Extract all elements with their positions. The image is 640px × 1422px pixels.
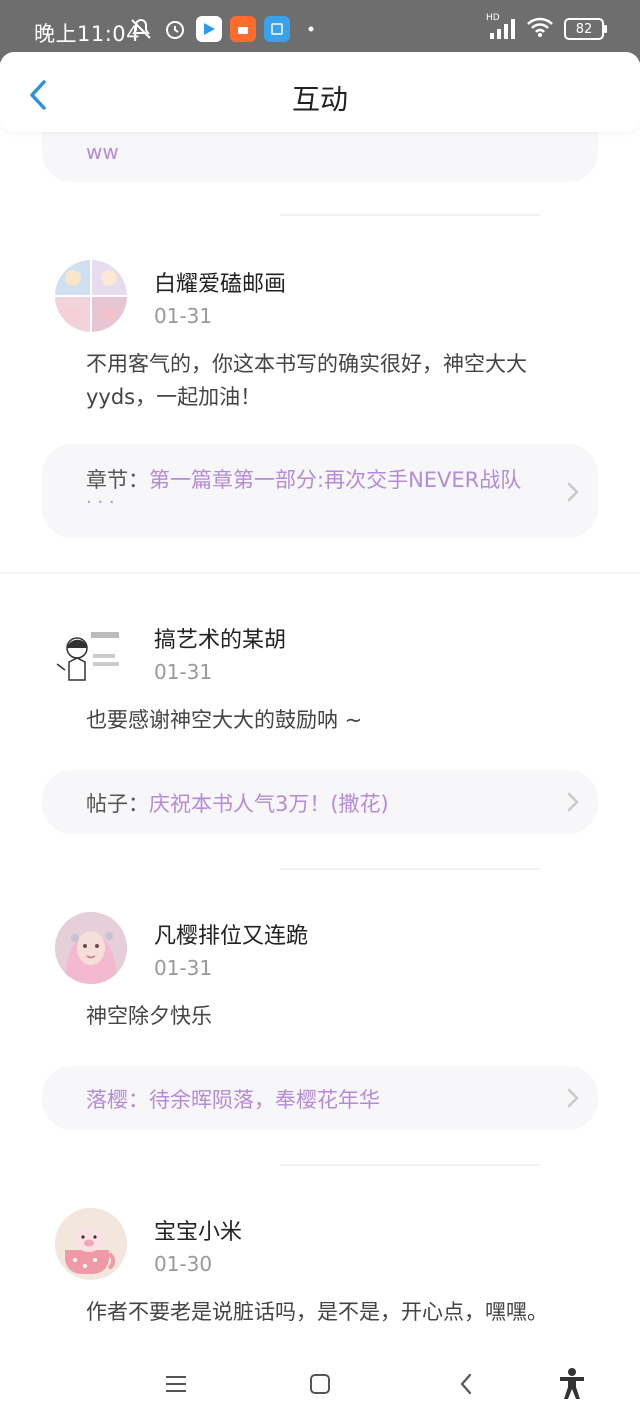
avatar[interactable] — [55, 912, 127, 984]
shop-app-icon — [230, 16, 256, 42]
comment-text: 不用客气的，你这本书写的确实很好，神空大大 yyds，一起加油！ — [86, 348, 576, 414]
avatar[interactable] — [55, 260, 127, 332]
chevron-right-icon — [566, 1086, 580, 1110]
menu-icon[interactable] — [156, 1364, 196, 1404]
comment-date: 01-30 — [154, 1252, 213, 1276]
section-separator — [0, 572, 640, 574]
home-icon[interactable] — [300, 1364, 340, 1404]
signal-icon: HD — [486, 13, 516, 41]
battery-icon: 82 — [564, 18, 607, 40]
comment-line: 神空除夕快乐 — [86, 1004, 212, 1028]
reader-app-icon — [264, 16, 290, 42]
user-name[interactable]: 搞艺术的某胡 — [154, 622, 286, 654]
card-snippet: ww — [86, 140, 119, 164]
comment-text: 神空除夕快乐 — [86, 1000, 576, 1033]
user-name[interactable]: 宝宝小米 — [154, 1214, 242, 1246]
reference-title: 第一篇章第一部分:再次交手NEVER战队 — [149, 468, 522, 492]
divider — [280, 214, 540, 216]
reference-label: 章节： — [86, 468, 149, 492]
reference-card-partial[interactable]: ww — [42, 132, 598, 182]
play-store-icon — [196, 16, 222, 42]
comment-date: 01-31 — [154, 304, 213, 328]
network-type-label: HD — [486, 13, 500, 23]
page-title: 互动 — [291, 83, 348, 116]
comment-text: 也要感谢神空大大的鼓励呐 ~ — [86, 704, 576, 737]
avatar[interactable] — [55, 1208, 127, 1280]
reference-title: 落樱：待余晖陨落，奉樱花年华 — [86, 1088, 380, 1112]
comment-text: 作者不要老是说脏话吗，是不是，开心点，嘿嘿。 — [86, 1296, 576, 1329]
alarm-icon — [162, 16, 188, 42]
reference-label: 帖子： — [86, 792, 149, 816]
reference-card[interactable]: 落樱：待余晖陨落，奉樱花年华 — [42, 1066, 598, 1130]
top-app-bar: 互动 — [0, 52, 640, 132]
divider — [280, 1164, 540, 1166]
comment-date: 01-31 — [154, 660, 213, 684]
reference-title: 庆祝本书人气3万！(撒花) — [149, 792, 389, 816]
user-name[interactable]: 凡樱排位又连跪 — [154, 918, 308, 950]
comment-line: 也要感谢神空大大的鼓励呐 ~ — [86, 708, 363, 732]
reference-card[interactable]: 章节：第一篇章第一部分:再次交手NEVER战队 · · · — [42, 444, 598, 538]
chevron-right-icon — [566, 790, 580, 814]
nav-back-icon[interactable] — [446, 1364, 486, 1404]
interaction-list[interactable]: ww 白耀爱磕邮画 01-31 不用客气的，你这本书写的确实很好，神空大大 yy… — [0, 132, 640, 1344]
system-nav-bar — [0, 1344, 640, 1422]
avatar[interactable] — [55, 618, 127, 690]
user-name[interactable]: 白耀爱磕邮画 — [154, 266, 286, 298]
mute-icon — [128, 16, 154, 42]
comment-line: yyds，一起加油！ — [86, 385, 262, 409]
reference-more: · · · — [86, 492, 115, 513]
more-dot-icon — [298, 16, 324, 42]
reference-line: 帖子：庆祝本书人气3万！(撒花) — [86, 788, 389, 818]
reference-line: 章节：第一篇章第一部分:再次交手NEVER战队 — [86, 464, 521, 494]
comment-date: 01-31 — [154, 956, 213, 980]
accessibility-icon[interactable] — [552, 1364, 592, 1404]
status-time: 晚上11:04 — [34, 22, 141, 46]
wifi-icon — [526, 16, 554, 42]
comment-line: 不用客气的，你这本书写的确实很好，神空大大 — [86, 352, 527, 376]
comment-line: 作者不要老是说脏话吗，是不是，开心点，嘿嘿。 — [86, 1300, 548, 1324]
battery-level: 82 — [575, 21, 593, 37]
reference-card[interactable]: 帖子：庆祝本书人气3万！(撒花) — [42, 770, 598, 834]
chevron-right-icon — [566, 480, 580, 504]
divider — [280, 868, 540, 870]
